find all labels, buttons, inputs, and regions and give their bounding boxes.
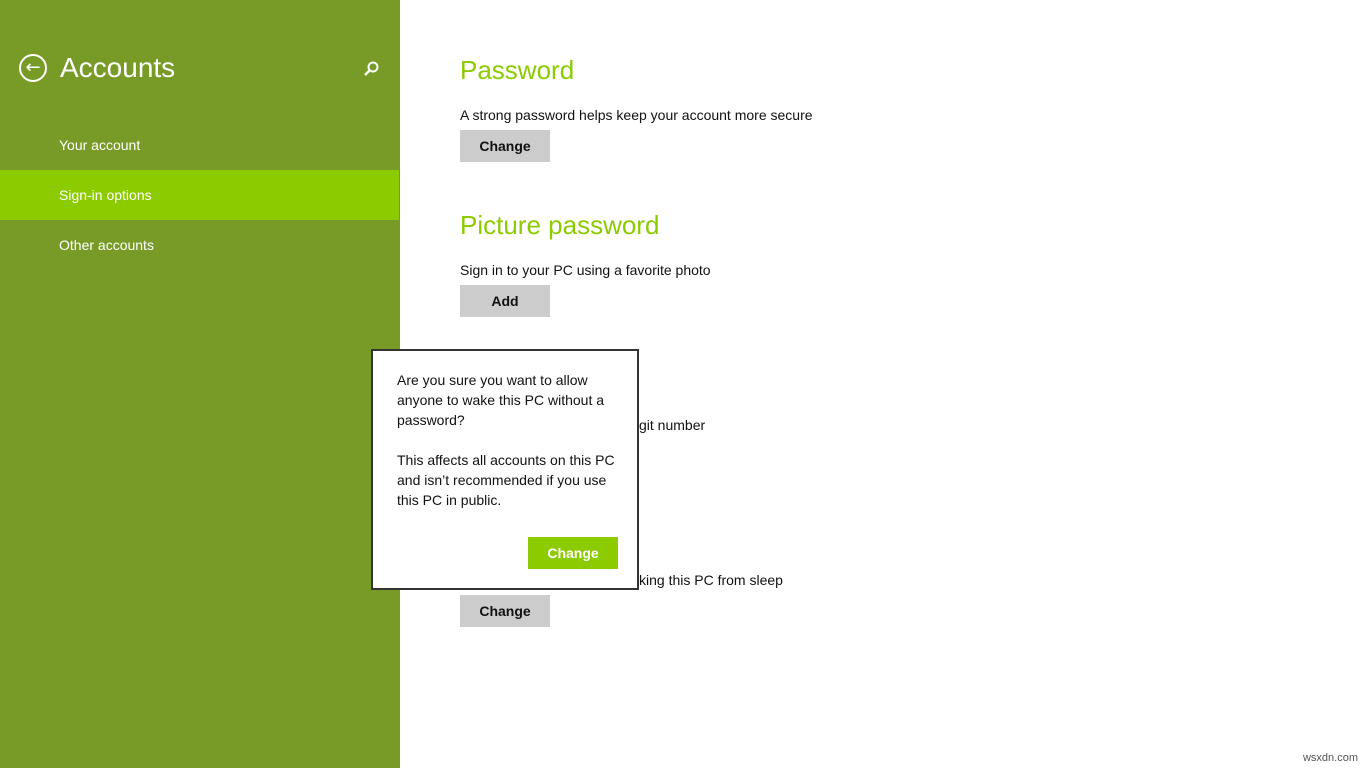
watermark: wsxdn.com — [1302, 752, 1358, 764]
password-heading: Password — [460, 55, 575, 85]
page-title: Accounts — [60, 52, 176, 83]
add-picture-password-button[interactable]: Add — [460, 285, 550, 317]
picture-password-heading: Picture password — [460, 210, 660, 240]
password-description: A strong password helps keep your accoun… — [460, 107, 813, 123]
sidebar-item-other-accounts[interactable]: Other accounts — [0, 220, 399, 270]
change-policy-button[interactable]: Change — [460, 595, 550, 627]
back-arrow-icon[interactable]: ← — [19, 54, 47, 82]
search-icon[interactable] — [362, 60, 380, 78]
sidebar-nav: Your account Sign-in options Other accou… — [0, 120, 399, 270]
pin-description: git number — [639, 417, 706, 433]
dialog-message: Are you sure you want to allow anyone to… — [397, 372, 605, 428]
picture-password-description: Sign in to your PC using a favorite phot… — [460, 262, 711, 278]
confirm-dialog: Are you sure you want to allow anyone to… — [371, 349, 639, 590]
policy-description: king this PC from sleep — [639, 572, 783, 588]
change-password-button[interactable]: Change — [460, 130, 550, 162]
sidebar: ← Accounts Your account Sign-in options … — [0, 0, 400, 768]
dialog-change-button[interactable]: Change — [528, 537, 618, 569]
dialog-detail: This affects all accounts on this PC and… — [397, 452, 615, 508]
sidebar-item-sign-in-options[interactable]: Sign-in options — [0, 170, 399, 220]
sidebar-item-your-account[interactable]: Your account — [0, 120, 399, 170]
